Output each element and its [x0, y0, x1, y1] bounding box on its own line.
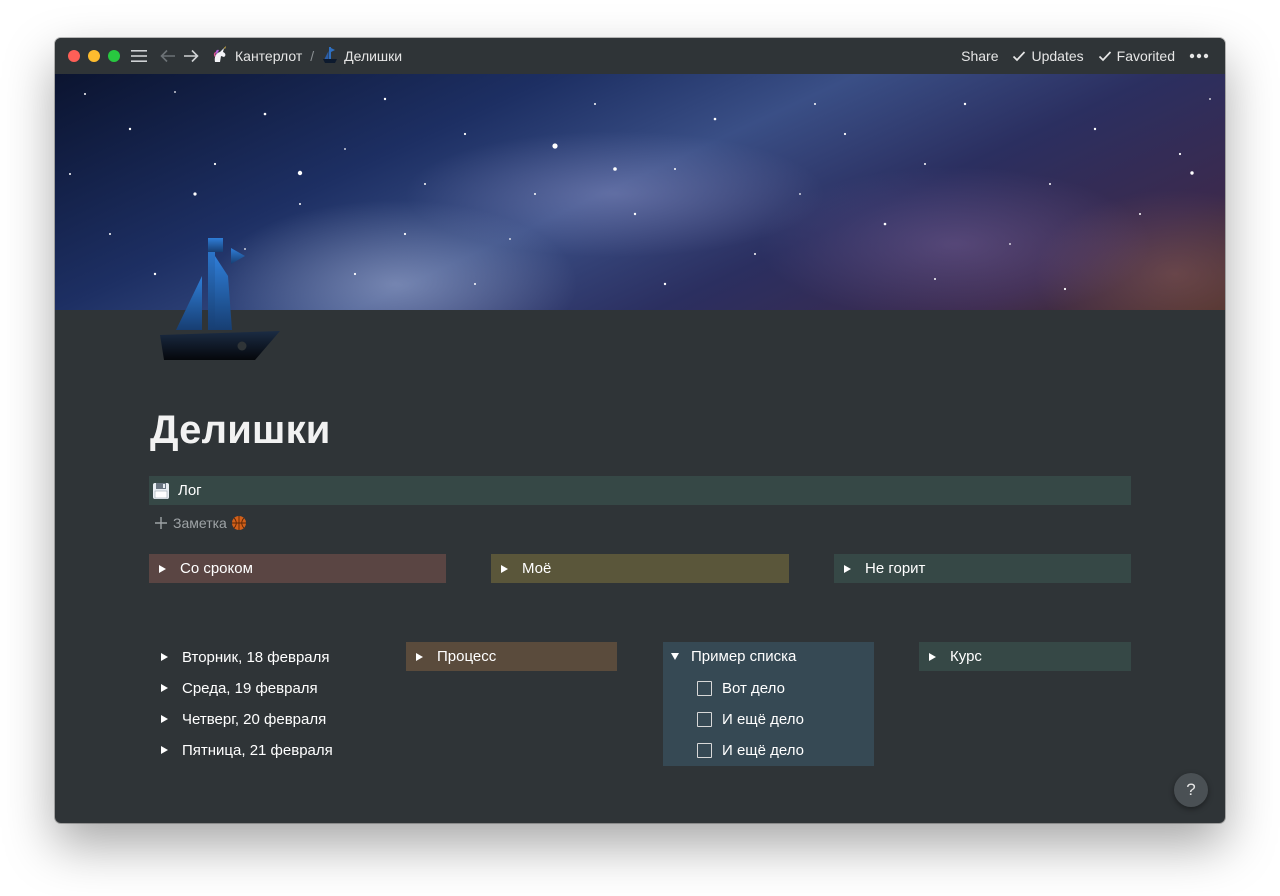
toggle-label: Пример списка	[691, 648, 797, 665]
triangle-right-icon	[161, 684, 168, 692]
toggle-label: Процесс	[437, 648, 497, 665]
ship-icon	[322, 46, 338, 67]
toggle-label: Не горит	[865, 560, 926, 577]
toggle-label: Моё	[522, 560, 552, 577]
day-label: Пятница, 21 февраля	[182, 741, 333, 759]
toggle-label: Со сроком	[180, 560, 253, 577]
log-label: Лог	[178, 482, 202, 499]
add-note-button[interactable]: Заметка	[155, 512, 247, 534]
todo-label[interactable]: И ещё дело	[722, 742, 804, 759]
day-label: Вторник, 18 февраля	[182, 648, 330, 666]
day-label: Среда, 19 февраля	[182, 679, 318, 697]
todo-label[interactable]: И ещё дело	[722, 711, 804, 728]
titlebar-actions: Share Updates Favorited	[961, 38, 1209, 74]
share-label: Share	[961, 48, 999, 64]
plus-icon	[155, 517, 167, 529]
favorited-label: Favorited	[1116, 48, 1175, 64]
hamburger-menu-icon[interactable]	[130, 46, 148, 66]
triangle-right-icon	[161, 653, 168, 661]
more-options-icon[interactable]	[1189, 53, 1209, 59]
toggle-label: Курс	[950, 648, 982, 665]
breadcrumb-label: Делишки	[344, 48, 403, 64]
app-window: Кантерлот / Делишки Share Updates Favori…	[55, 38, 1225, 823]
toggle-ne-gorit[interactable]: Не горит	[834, 554, 1131, 583]
toggle-course[interactable]: Курс	[919, 642, 1131, 671]
todo-item: И ещё дело	[697, 737, 804, 763]
share-button[interactable]: Share	[961, 48, 998, 64]
updates-button[interactable]: Updates	[1012, 48, 1084, 64]
zoom-window-button[interactable]	[108, 50, 120, 62]
breadcrumb-separator: /	[310, 48, 315, 64]
triangle-right-icon	[161, 746, 168, 754]
checkbox[interactable]	[697, 711, 712, 727]
add-note-label: Заметка	[173, 515, 227, 531]
triangle-right-icon	[501, 564, 508, 573]
triangle-right-icon	[844, 564, 851, 573]
checkbox[interactable]	[697, 680, 712, 696]
titlebar: Кантерлот / Делишки Share Updates Favori…	[55, 38, 1225, 74]
floppy-disk-icon	[152, 482, 170, 500]
todo-label[interactable]: Вот дело	[722, 680, 785, 697]
basketball-icon	[231, 515, 247, 531]
toggle-day-wednesday[interactable]: Среда, 19 февраля	[151, 675, 318, 701]
help-button[interactable]: ?	[1174, 773, 1208, 807]
triangle-down-icon	[671, 653, 679, 660]
updates-label: Updates	[1031, 48, 1084, 64]
check-icon	[1013, 51, 1026, 62]
page-icon-ship[interactable]	[158, 236, 282, 362]
triangle-right-icon	[161, 715, 168, 723]
todo-item: И ещё дело	[697, 706, 804, 732]
page-title[interactable]: Делишки	[150, 408, 331, 453]
triangle-right-icon	[416, 652, 423, 661]
toggle-day-friday[interactable]: Пятница, 21 февраля	[151, 737, 333, 763]
example-list-block: Пример списка Вот дело И ещё дело И ещё …	[663, 642, 874, 766]
toggle-day-tuesday[interactable]: Вторник, 18 февраля	[151, 644, 330, 670]
ship-icon	[160, 238, 280, 360]
toggle-example-list[interactable]: Пример списка	[663, 642, 874, 671]
toggle-moe[interactable]: Моё	[491, 554, 789, 583]
toggle-so-srokom[interactable]: Со сроком	[149, 554, 446, 583]
breadcrumb-item-delishki[interactable]: Делишки	[322, 46, 402, 67]
breadcrumb: Кантерлот / Делишки	[211, 38, 402, 74]
forward-arrow-icon[interactable]	[182, 46, 200, 66]
breadcrumb-item-canterlot[interactable]: Кантерлот	[211, 45, 303, 67]
day-label: Четверг, 20 февраля	[182, 710, 327, 728]
triangle-right-icon	[929, 652, 936, 661]
minimize-window-button[interactable]	[88, 50, 100, 62]
check-icon	[1098, 51, 1111, 62]
unicorn-icon	[211, 45, 229, 67]
triangle-right-icon	[159, 564, 166, 573]
toggle-day-thursday[interactable]: Четверг, 20 февраля	[151, 706, 326, 732]
close-window-button[interactable]	[68, 50, 80, 62]
back-arrow-icon[interactable]	[159, 46, 177, 66]
checkbox[interactable]	[697, 742, 712, 758]
favorited-button[interactable]: Favorited	[1098, 48, 1175, 64]
todo-item: Вот дело	[697, 675, 785, 701]
toggle-process[interactable]: Процесс	[406, 642, 617, 671]
log-database-link[interactable]: Лог	[149, 476, 1131, 505]
breadcrumb-label: Кантерлот	[235, 48, 303, 64]
